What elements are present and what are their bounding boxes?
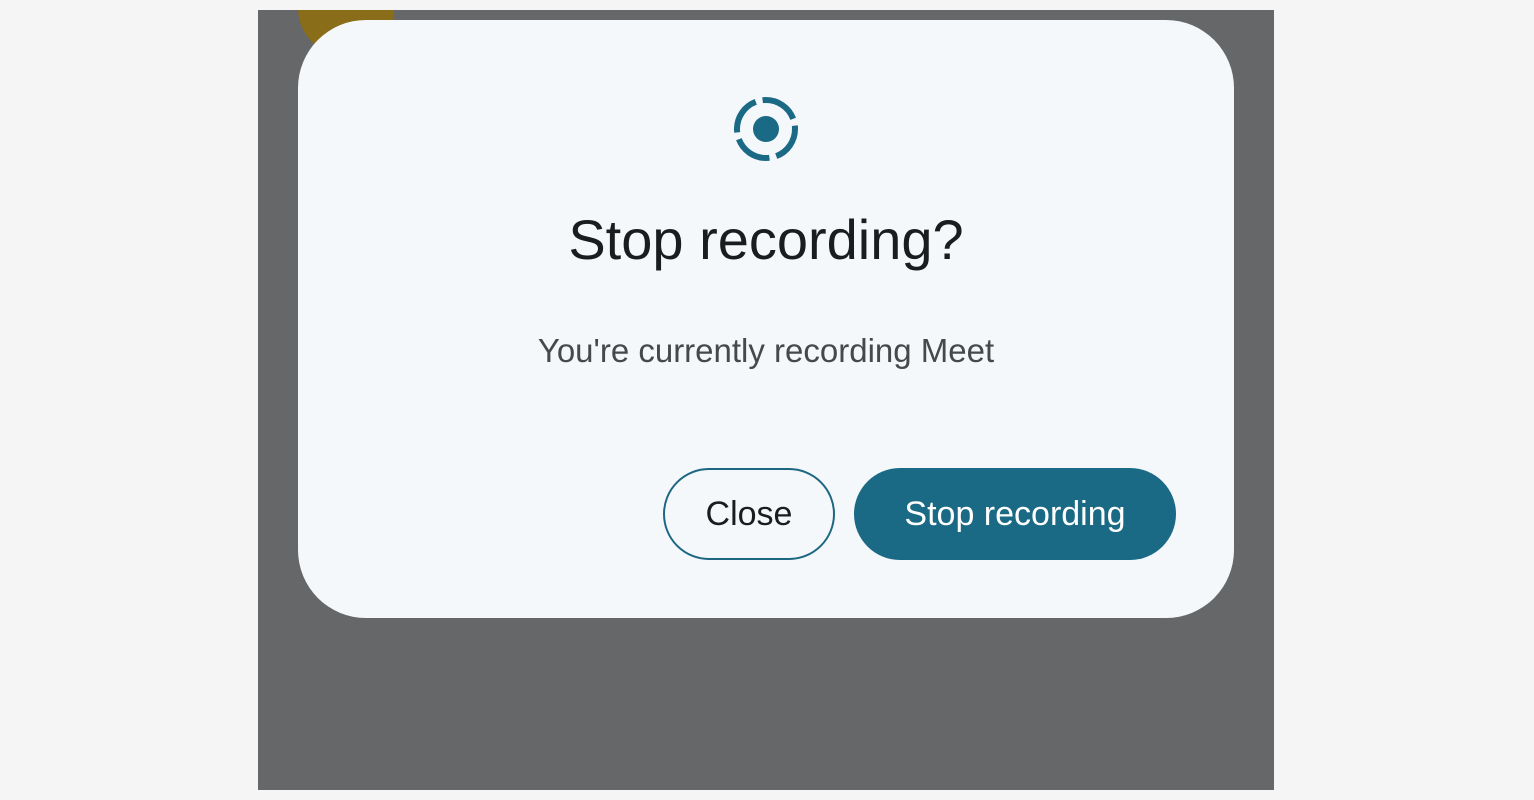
dialog-title: Stop recording?	[568, 208, 964, 271]
stop-recording-button[interactable]: Stop recording	[854, 468, 1176, 560]
close-button[interactable]: Close	[663, 468, 835, 560]
stop-recording-dialog: Stop recording? You're currently recordi…	[298, 20, 1234, 618]
phone-screen: Stop recording? You're currently recordi…	[258, 10, 1274, 790]
dialog-message: You're currently recording Meet	[537, 332, 995, 369]
screen-record-icon	[734, 97, 798, 161]
